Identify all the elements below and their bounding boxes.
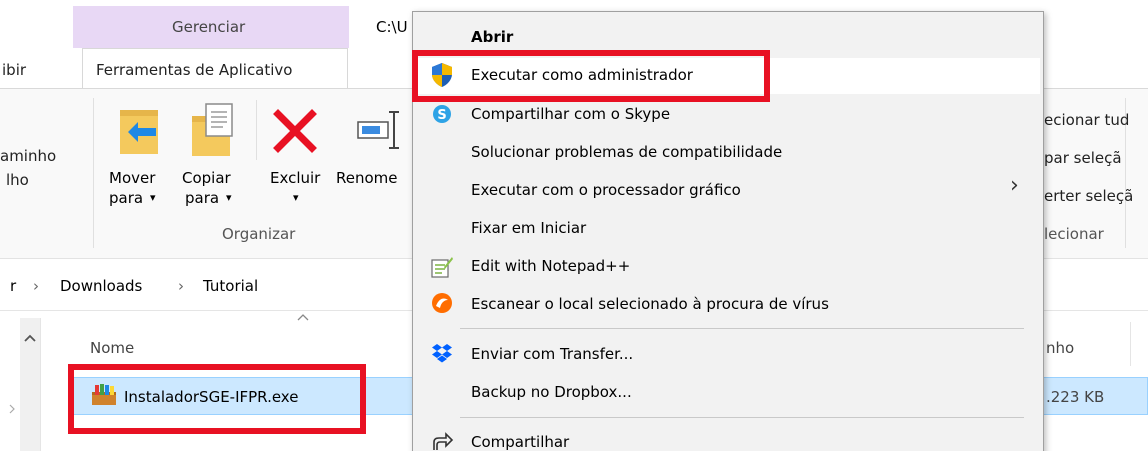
breadcrumb-chevron-icon[interactable]: › (33, 276, 39, 296)
delete-x-icon (273, 109, 317, 153)
submenu-arrow-icon: › (1010, 173, 1019, 198)
column-separator (1130, 322, 1131, 366)
tab-view-partial[interactable]: ibir (2, 60, 26, 80)
menu-separator (460, 417, 1024, 418)
move-to-dropdown-icon: ▾ (150, 191, 156, 204)
ribbon-group-separator (93, 98, 94, 248)
menu-separator (460, 328, 1024, 329)
copy-to-label-line1: Copiar (182, 169, 231, 187)
file-size-partial: .223 KB (1046, 388, 1105, 406)
column-header-size-partial[interactable]: nho (1046, 338, 1074, 358)
notepad-plus-icon (431, 257, 453, 278)
sort-ascending-icon (297, 314, 309, 321)
ribbon-group-separator (256, 100, 257, 160)
antivirus-icon (432, 293, 452, 313)
share-icon (433, 432, 454, 450)
manage-tab-label: Gerenciar (172, 18, 246, 36)
ribbon-group-organize: Organizar (222, 225, 296, 243)
rename-icon (357, 111, 399, 149)
delete-dropdown-icon: ▾ (293, 191, 299, 204)
menu-item-edit-notepad[interactable]: Edit with Notepad++ (471, 256, 630, 276)
nav-pane-border (40, 318, 41, 451)
move-folder-icon (120, 110, 158, 154)
menu-item-share-skype[interactable]: Compartilhar com o Skype (471, 104, 670, 124)
menu-item-send-transfer[interactable]: Enviar com Transfer... (471, 344, 633, 364)
menu-item-backup-dropbox[interactable]: Backup no Dropbox... (471, 382, 632, 402)
breadcrumb-root-partial[interactable]: r (10, 276, 16, 296)
breadcrumb-chevron-icon[interactable]: › (178, 276, 184, 296)
rename-label-partial: Renome (336, 169, 398, 187)
copy-to-label-line2: para (185, 189, 220, 207)
menu-item-open[interactable]: Abrir (471, 27, 513, 47)
breadcrumb-tutorial[interactable]: Tutorial (203, 276, 258, 296)
menu-item-scan-virus[interactable]: Escanear o local selecionado à procura d… (471, 294, 829, 314)
copy-folder-icon (192, 103, 233, 156)
svg-text:S: S (437, 108, 446, 123)
expand-arrow-icon[interactable] (8, 404, 16, 414)
left-partial-label-1[interactable]: aminho (0, 146, 56, 166)
annotation-highlight-run-as-admin (412, 50, 770, 102)
copy-to-dropdown-icon: ▾ (226, 191, 232, 204)
scroll-up-icon[interactable] (23, 333, 37, 343)
left-partial-label-2[interactable]: lho (6, 170, 29, 190)
column-header-name[interactable]: Nome (90, 338, 134, 358)
menu-item-run-gpu[interactable]: Executar com o processador gráfico (471, 180, 741, 200)
invert-selection-partial[interactable]: erter seleçã (1044, 186, 1133, 206)
ribbon-group-select-partial: lecionar (1044, 225, 1104, 243)
move-to-label-line1: Mover (109, 169, 156, 187)
menu-item-pin-start[interactable]: Fixar em Iniciar (471, 218, 586, 238)
move-to-label-line2: para (109, 189, 144, 207)
menu-item-troubleshoot[interactable]: Solucionar problemas de compatibilidade (471, 142, 782, 162)
menu-item-share[interactable]: Compartilhar (471, 432, 569, 451)
breadcrumb-downloads[interactable]: Downloads (60, 276, 142, 296)
delete-label: Excluir (270, 169, 321, 187)
select-all-partial[interactable]: ecionar tud (1044, 110, 1129, 130)
skype-icon: S (433, 105, 451, 123)
select-none-partial[interactable]: par seleçã (1044, 148, 1122, 168)
annotation-highlight-file (68, 364, 366, 434)
window-path-partial: C:\U (376, 18, 408, 36)
tab-app-tools-label: Ferramentas de Aplicativo (96, 61, 293, 79)
dropbox-icon (432, 344, 452, 363)
